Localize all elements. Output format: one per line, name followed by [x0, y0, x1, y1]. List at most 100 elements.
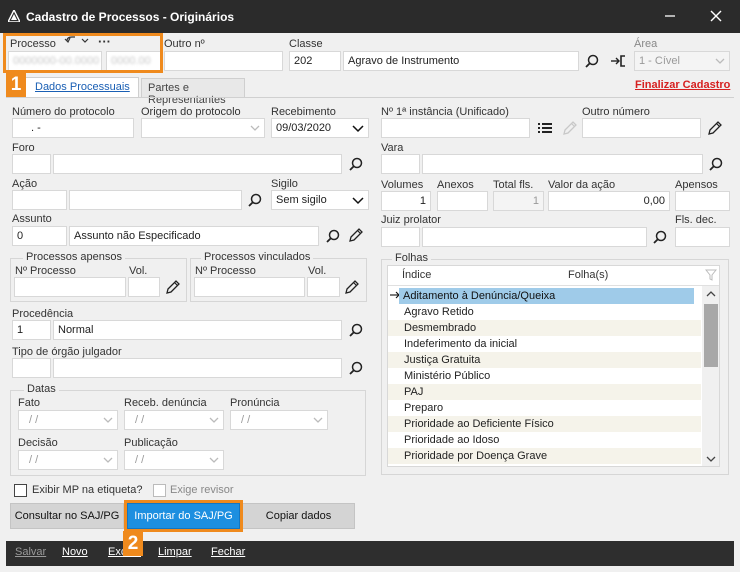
acao-label: Ação	[12, 178, 38, 190]
apensos-nproc-input[interactable]	[14, 277, 126, 297]
folhas-title: Folhas	[392, 252, 432, 264]
search-acao-button[interactable]	[246, 191, 264, 209]
minimize-button[interactable]	[656, 4, 684, 28]
classe-code-input[interactable]: 202	[289, 51, 341, 71]
tab-partes-representantes[interactable]: Partes e Representantes	[141, 78, 245, 106]
search-assunto-button[interactable]	[324, 227, 342, 245]
list-item[interactable]: Aditamento à Denúncia/Queixa	[399, 288, 694, 304]
search-icon	[349, 323, 363, 337]
juiz-code-input[interactable]	[381, 227, 420, 247]
filter-icon[interactable]	[705, 269, 717, 281]
list-item[interactable]: PAJ	[388, 384, 701, 400]
outro-numero-input[interactable]	[582, 118, 701, 138]
vara-code-input[interactable]	[381, 154, 420, 174]
recebimento-value: 09/03/2020	[276, 122, 332, 134]
fls-dec-input[interactable]	[675, 227, 730, 247]
recebimento-date[interactable]: 09/03/2020	[271, 118, 369, 138]
juiz-name-input[interactable]	[422, 227, 647, 247]
valor-acao-input[interactable]: 0,00	[548, 191, 670, 211]
novo-button[interactable]: Novo	[62, 546, 88, 558]
list-item[interactable]: Preparo	[388, 400, 701, 416]
assunto-name-input[interactable]: Assunto não Especificado	[69, 226, 319, 246]
limpar-button[interactable]: Limpar	[158, 546, 192, 558]
num-protocolo-input[interactable]: . -	[12, 118, 134, 138]
search-vara-button[interactable]	[707, 155, 725, 173]
fechar-button[interactable]: Fechar	[211, 546, 245, 558]
tipo-orgao-name-input[interactable]	[53, 358, 342, 378]
receb-denuncia-date[interactable]: / /	[124, 410, 224, 430]
classe-name-input[interactable]: Agravo de Instrumento	[343, 51, 579, 71]
origem-protocolo-select[interactable]	[141, 118, 265, 138]
search-foro-button[interactable]	[347, 155, 365, 173]
acao-name-input[interactable]	[69, 190, 242, 210]
publicacao-date[interactable]: / /	[124, 450, 224, 470]
total-fls-input[interactable]: 1	[493, 191, 544, 211]
search-tipo-orgao-button[interactable]	[347, 359, 365, 377]
list-item[interactable]: Ministério Público	[388, 368, 701, 384]
foro-name-input[interactable]	[53, 154, 342, 174]
search-icon	[349, 361, 363, 375]
search-procedencia-button[interactable]	[347, 321, 365, 339]
vinculados-vol-input[interactable]	[307, 277, 340, 297]
salvar-button[interactable]: Salvar	[15, 546, 46, 558]
apensos-vol-input[interactable]	[128, 277, 160, 297]
procedencia-code: 1	[17, 324, 24, 336]
anexos-input[interactable]	[437, 191, 488, 211]
list-item[interactable]: Prioridade ao Deficiente Físico	[388, 416, 701, 432]
list-item[interactable]: Prioridade por Doença Grave	[388, 448, 701, 464]
sigilo-select[interactable]: Sem sigilo	[271, 190, 369, 210]
acao-code-input[interactable]	[12, 190, 67, 210]
outro-num-input[interactable]	[164, 51, 283, 71]
tipo-orgao-code-input[interactable]	[12, 358, 51, 378]
edit-instancia-button[interactable]	[561, 119, 579, 137]
assunto-code-input[interactable]: 0	[12, 226, 67, 246]
edit-outro-numero-button[interactable]	[706, 119, 724, 137]
close-window-button[interactable]	[702, 4, 730, 28]
exibir-mp-checkbox[interactable]	[14, 484, 27, 497]
pencil-icon	[166, 280, 180, 294]
search-icon	[248, 193, 262, 207]
procedencia-name-input[interactable]: Normal	[53, 320, 342, 340]
list-item[interactable]: Indeferimento da inicial	[388, 336, 701, 352]
apensos-input[interactable]	[675, 191, 730, 211]
decisao-date[interactable]: / /	[18, 450, 118, 470]
search-icon	[709, 157, 723, 171]
edit-assunto-button[interactable]	[347, 226, 365, 244]
exige-revisor-checkbox[interactable]	[153, 484, 166, 497]
app-logo-icon	[8, 10, 20, 22]
fato-date[interactable]: / /	[18, 410, 118, 430]
list-item[interactable]: Prioridade ao Idoso	[388, 432, 701, 448]
search-juiz-button[interactable]	[651, 228, 669, 246]
list-item[interactable]: Justiça Gratuita	[388, 352, 701, 368]
edit-vinculados-button[interactable]	[343, 278, 361, 296]
footer-toolbar: Salvar Novo Excluir Limpar Fechar	[6, 541, 734, 566]
n-instancia-input[interactable]	[381, 118, 530, 138]
folhas-list[interactable]: Índice Folha(s) Aditamento à Denúncia/Qu…	[387, 265, 720, 467]
finalizar-cadastro-link[interactable]: Finalizar Cadastro	[635, 79, 730, 91]
area-select[interactable]: 1 - Cível	[634, 51, 730, 71]
volumes-input[interactable]: 1	[381, 191, 431, 211]
folhas-scrollbar[interactable]	[702, 286, 719, 466]
publicacao-value: / /	[135, 454, 145, 466]
foro-code-input[interactable]	[12, 154, 51, 174]
chevron-up-icon[interactable]	[706, 290, 716, 298]
recebimento-label: Recebimento	[271, 106, 336, 118]
folhas-header-divider	[388, 285, 719, 286]
edit-apensos-button[interactable]	[164, 278, 182, 296]
consultar-saj-button[interactable]: Consultar no SAJ/PG	[10, 503, 124, 529]
vinculados-nproc-input[interactable]	[194, 277, 305, 297]
procedencia-code-input[interactable]: 1	[12, 320, 51, 340]
list-item[interactable]: Desmembrado	[388, 320, 701, 336]
copiar-dados-button[interactable]: Copiar dados	[242, 503, 355, 529]
transfer-button[interactable]	[609, 52, 627, 70]
tab-dados-processuais[interactable]: Dados Processuais	[10, 77, 139, 97]
outro-numero-label: Outro número	[582, 106, 650, 118]
list-item[interactable]: Agravo Retido	[388, 304, 701, 320]
scrollbar-thumb[interactable]	[704, 304, 718, 367]
search-classe-button[interactable]	[583, 52, 601, 70]
chevron-down-icon[interactable]	[706, 455, 716, 463]
list-button[interactable]	[536, 119, 554, 137]
pronuncia-date[interactable]: / /	[230, 410, 328, 430]
vara-name-input[interactable]	[422, 154, 703, 174]
pencil-icon	[563, 121, 577, 135]
